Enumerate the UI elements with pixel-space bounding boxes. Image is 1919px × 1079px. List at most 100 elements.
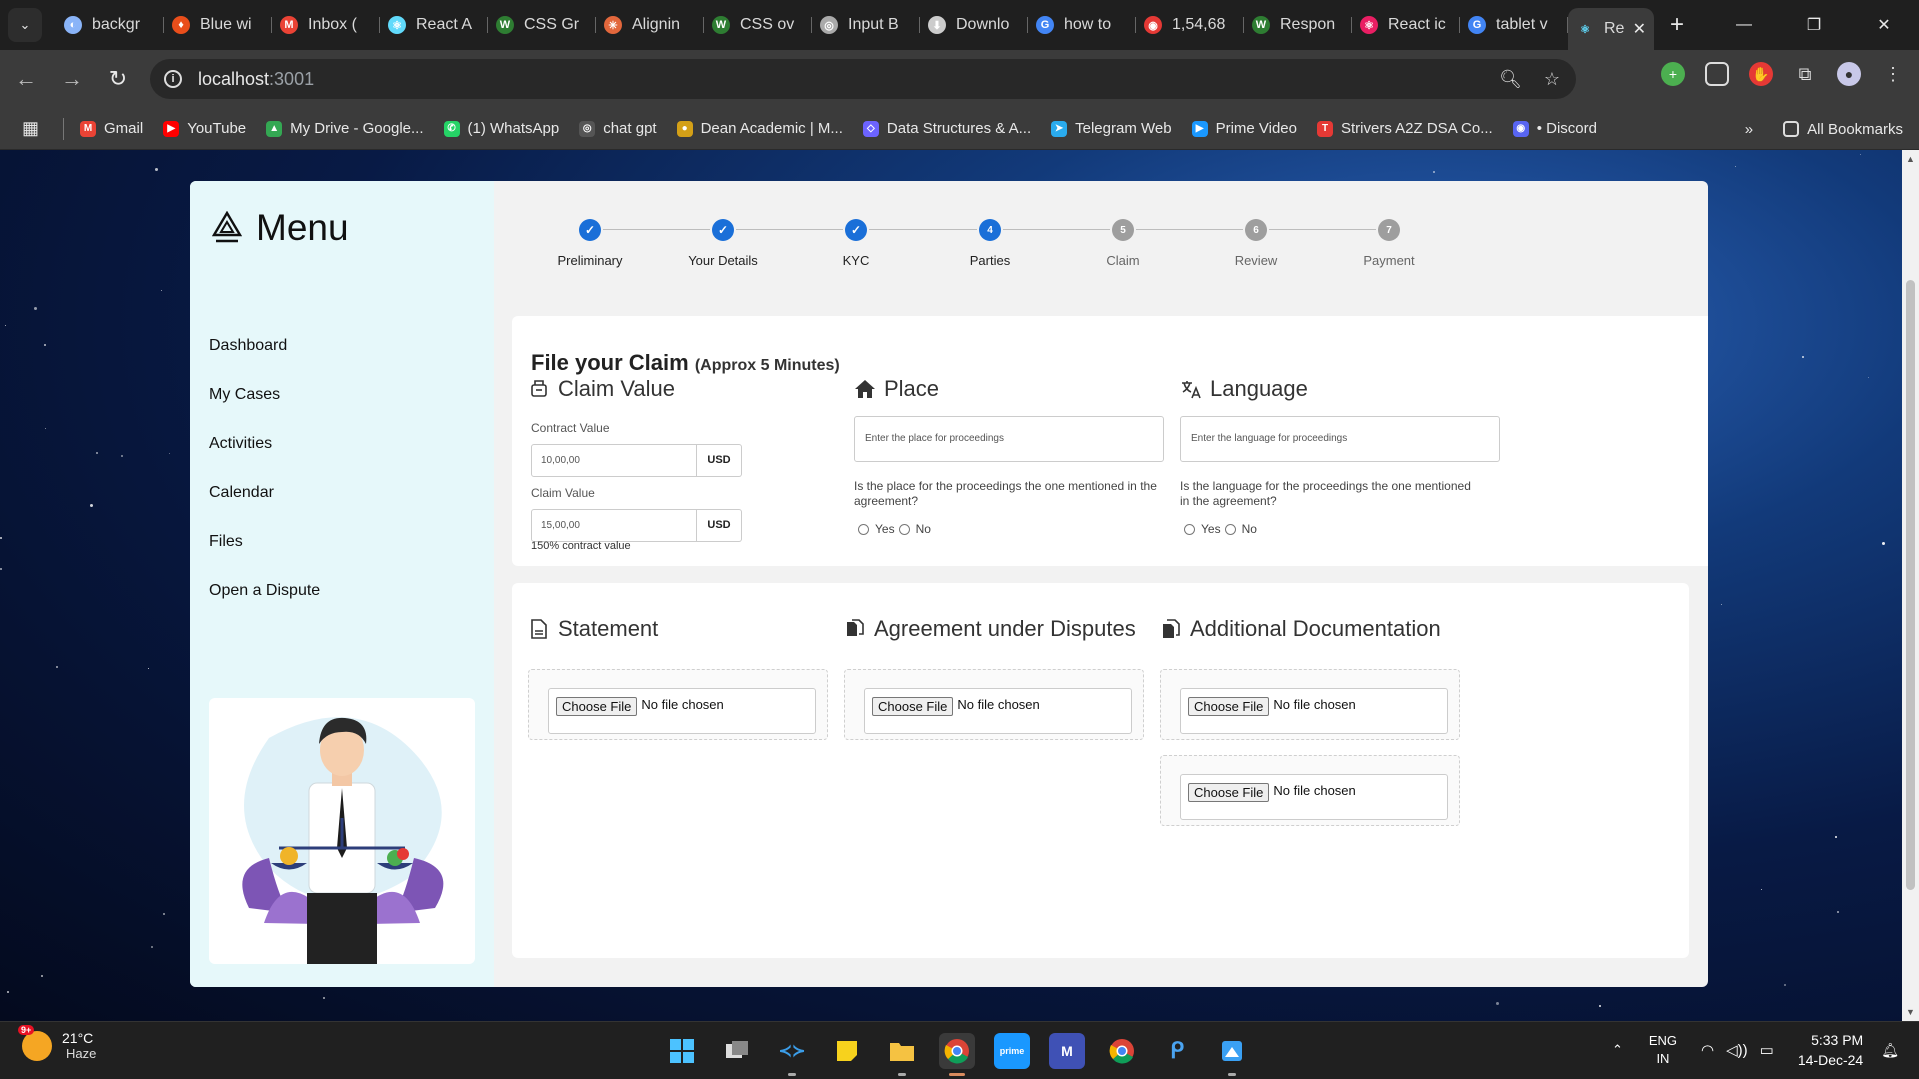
sticky-notes-icon[interactable] — [829, 1033, 865, 1069]
more-bookmarks-icon[interactable]: » — [1745, 121, 1753, 138]
browser-tab[interactable]: W CSS ov — [704, 7, 812, 43]
minimize-icon[interactable]: — — [1709, 16, 1779, 34]
extension-red-icon[interactable]: ✋ — [1749, 62, 1773, 86]
additional-file-input-2[interactable]: Choose File No file chosen — [1180, 774, 1448, 820]
bookmark-item[interactable]: ◎ chat gpt — [579, 120, 657, 137]
bookmark-item[interactable]: T Strivers A2Z DSA Co... — [1317, 120, 1493, 137]
bookmark-item[interactable]: ◉ • Discord — [1512, 120, 1597, 137]
tab-search-button[interactable]: ⌄ — [8, 8, 42, 42]
apps-grid-icon[interactable]: ▦ — [22, 118, 39, 139]
close-icon[interactable]: ✕ — [1633, 19, 1646, 39]
claim-currency-select[interactable]: USD — [697, 509, 742, 542]
sidebar-item-open-a-dispute[interactable]: Open a Dispute — [209, 581, 320, 630]
browser-tab[interactable]: ◐ backgr — [56, 7, 164, 43]
agreement-dropzone[interactable]: Choose File No file chosen — [844, 669, 1144, 740]
tab-active[interactable]: ⚛ Re ✕ — [1568, 8, 1654, 50]
statement-dropzone[interactable]: Choose File No file chosen — [528, 669, 828, 740]
scroll-up-icon[interactable]: ▲ — [1906, 154, 1915, 164]
agreement-heading-text: Agreement under Disputes — [874, 616, 1136, 641]
language-yes-radio[interactable] — [1184, 523, 1195, 535]
profile-avatar[interactable]: ● — [1837, 62, 1861, 86]
language-no-radio[interactable] — [1224, 523, 1236, 535]
statement-file-input[interactable]: Choose File No file chosen — [548, 688, 816, 734]
page-scrollbar[interactable]: ▲ ▼ — [1902, 150, 1919, 1021]
input-language[interactable]: ENG IN — [1649, 1032, 1677, 1068]
all-bookmarks-button[interactable]: All Bookmarks — [1783, 121, 1903, 138]
browser-tab[interactable]: ✳ Alignin — [596, 7, 704, 43]
clock[interactable]: 5:33 PM 14-Dec-24 — [1798, 1030, 1863, 1070]
browser-tab[interactable]: ◎ Input B — [812, 7, 920, 43]
bookmark-item[interactable]: ✆ (1) WhatsApp — [443, 120, 559, 137]
paint-icon[interactable] — [1214, 1033, 1250, 1076]
tab-search-icon[interactable] — [1705, 62, 1729, 86]
language-input[interactable]: Enter the language for proceedings — [1180, 416, 1500, 462]
sidebar-item-activities[interactable]: Activities — [209, 434, 320, 483]
browser-tab[interactable]: ⬇ Downlo — [920, 7, 1028, 43]
browser-tab[interactable]: Gtablet v — [1460, 7, 1568, 43]
bookmark-item[interactable]: ▲ My Drive - Google... — [266, 120, 424, 137]
prime-video-icon[interactable]: prime — [994, 1033, 1030, 1069]
choose-file-button[interactable]: Choose File — [556, 697, 638, 716]
sidebar-item-calendar[interactable]: Calendar — [209, 483, 320, 532]
additional-dropzone-2[interactable]: Choose File No file chosen — [1160, 755, 1460, 826]
notification-bell-icon[interactable]: 🔔︎ — [1881, 1042, 1899, 1059]
bookmark-item[interactable]: M Gmail — [80, 120, 143, 137]
sidebar-item-dashboard[interactable]: Dashboard — [209, 336, 320, 385]
forward-icon[interactable]: → — [52, 66, 92, 92]
file-explorer-icon[interactable] — [884, 1033, 920, 1076]
tab-title: Blue wi — [200, 16, 252, 33]
contract-currency-select[interactable]: USD — [697, 444, 742, 477]
status-icons[interactable]: ◠ ◁)) ▭ — [1701, 1041, 1774, 1059]
sidebar-item-files[interactable]: Files — [209, 532, 320, 581]
additional-file-input-1[interactable]: Choose File No file chosen — [1180, 688, 1448, 734]
bookmark-item[interactable]: ▶ Prime Video — [1191, 120, 1297, 137]
browser-tab[interactable]: M Inbox ( — [272, 7, 380, 43]
scrollbar-thumb[interactable] — [1906, 280, 1915, 890]
zoom-icon[interactable]: 🔍︎ — [1499, 69, 1522, 90]
claim-value-input[interactable]: 15,00,00 — [531, 509, 697, 542]
new-tab-button[interactable]: + — [1670, 11, 1684, 39]
window-close-icon[interactable]: ✕ — [1849, 15, 1919, 35]
sidebar-item-my-cases[interactable]: My Cases — [209, 385, 320, 434]
task-view-icon[interactable] — [719, 1033, 755, 1069]
address-bar[interactable]: i localhost:3001 🔍︎ ☆ — [150, 59, 1576, 99]
place-input[interactable]: Enter the place for proceedings — [854, 416, 1164, 462]
start-windows-icon[interactable] — [664, 1033, 700, 1069]
choose-file-button[interactable]: Choose File — [872, 697, 954, 716]
vscode-icon[interactable]: ≺≻ — [774, 1033, 810, 1076]
browser-tab[interactable]: ◉ 1,54,68 — [1136, 7, 1244, 43]
pycharm-icon[interactable]: ᑭ — [1159, 1033, 1195, 1069]
browser-tab[interactable]: Ghow to — [1028, 7, 1136, 43]
bookmark-item[interactable]: ● Dean Academic | M... — [676, 120, 843, 137]
contract-value-input[interactable]: 10,00,00 — [531, 444, 697, 477]
claim-value-heading: Claim Value — [528, 376, 675, 402]
kebab-menu-icon[interactable]: ⋮ — [1881, 62, 1905, 86]
choose-file-button[interactable]: Choose File — [1188, 697, 1270, 716]
site-info-icon[interactable]: i — [164, 70, 182, 88]
browser-tab[interactable]: ⚛ React ic — [1352, 7, 1460, 43]
place-yes-radio[interactable] — [858, 523, 869, 535]
scroll-down-icon[interactable]: ▼ — [1906, 1007, 1915, 1017]
browser-tab[interactable]: ⚛ React A — [380, 7, 488, 43]
browser-tab[interactable]: W CSS Gr — [488, 7, 596, 43]
choose-file-button[interactable]: Choose File — [1188, 783, 1270, 802]
bookmark-item[interactable]: ◇ Data Structures & A... — [862, 120, 1031, 137]
browser-tab[interactable]: W Respon — [1244, 7, 1352, 43]
place-no-radio[interactable] — [898, 523, 910, 535]
bookmark-star-icon[interactable]: ☆ — [1544, 69, 1560, 90]
restore-icon[interactable]: ❐ — [1779, 15, 1849, 35]
agreement-file-input[interactable]: Choose File No file chosen — [864, 688, 1132, 734]
extension-plus-icon[interactable]: + — [1661, 62, 1685, 86]
chrome-icon[interactable] — [939, 1033, 975, 1076]
bookmark-item[interactable]: ➤ Telegram Web — [1051, 120, 1172, 137]
notes-app-icon[interactable]: M — [1049, 1033, 1085, 1069]
additional-dropzone-1[interactable]: Choose File No file chosen — [1160, 669, 1460, 740]
chrome-profile-icon[interactable] — [1104, 1033, 1140, 1069]
bookmark-item[interactable]: ▶ YouTube — [163, 120, 246, 137]
back-icon[interactable]: ← — [6, 66, 46, 92]
chevron-up-icon[interactable]: ⌃ — [1612, 1042, 1623, 1058]
browser-tab[interactable]: ♦ Blue wi — [164, 7, 272, 43]
reload-icon[interactable]: ↻ — [98, 66, 138, 92]
extensions-puzzle-icon[interactable]: ⧉ — [1793, 62, 1817, 86]
weather-widget[interactable]: 9+ 21°C Haze — [18, 1024, 96, 1061]
